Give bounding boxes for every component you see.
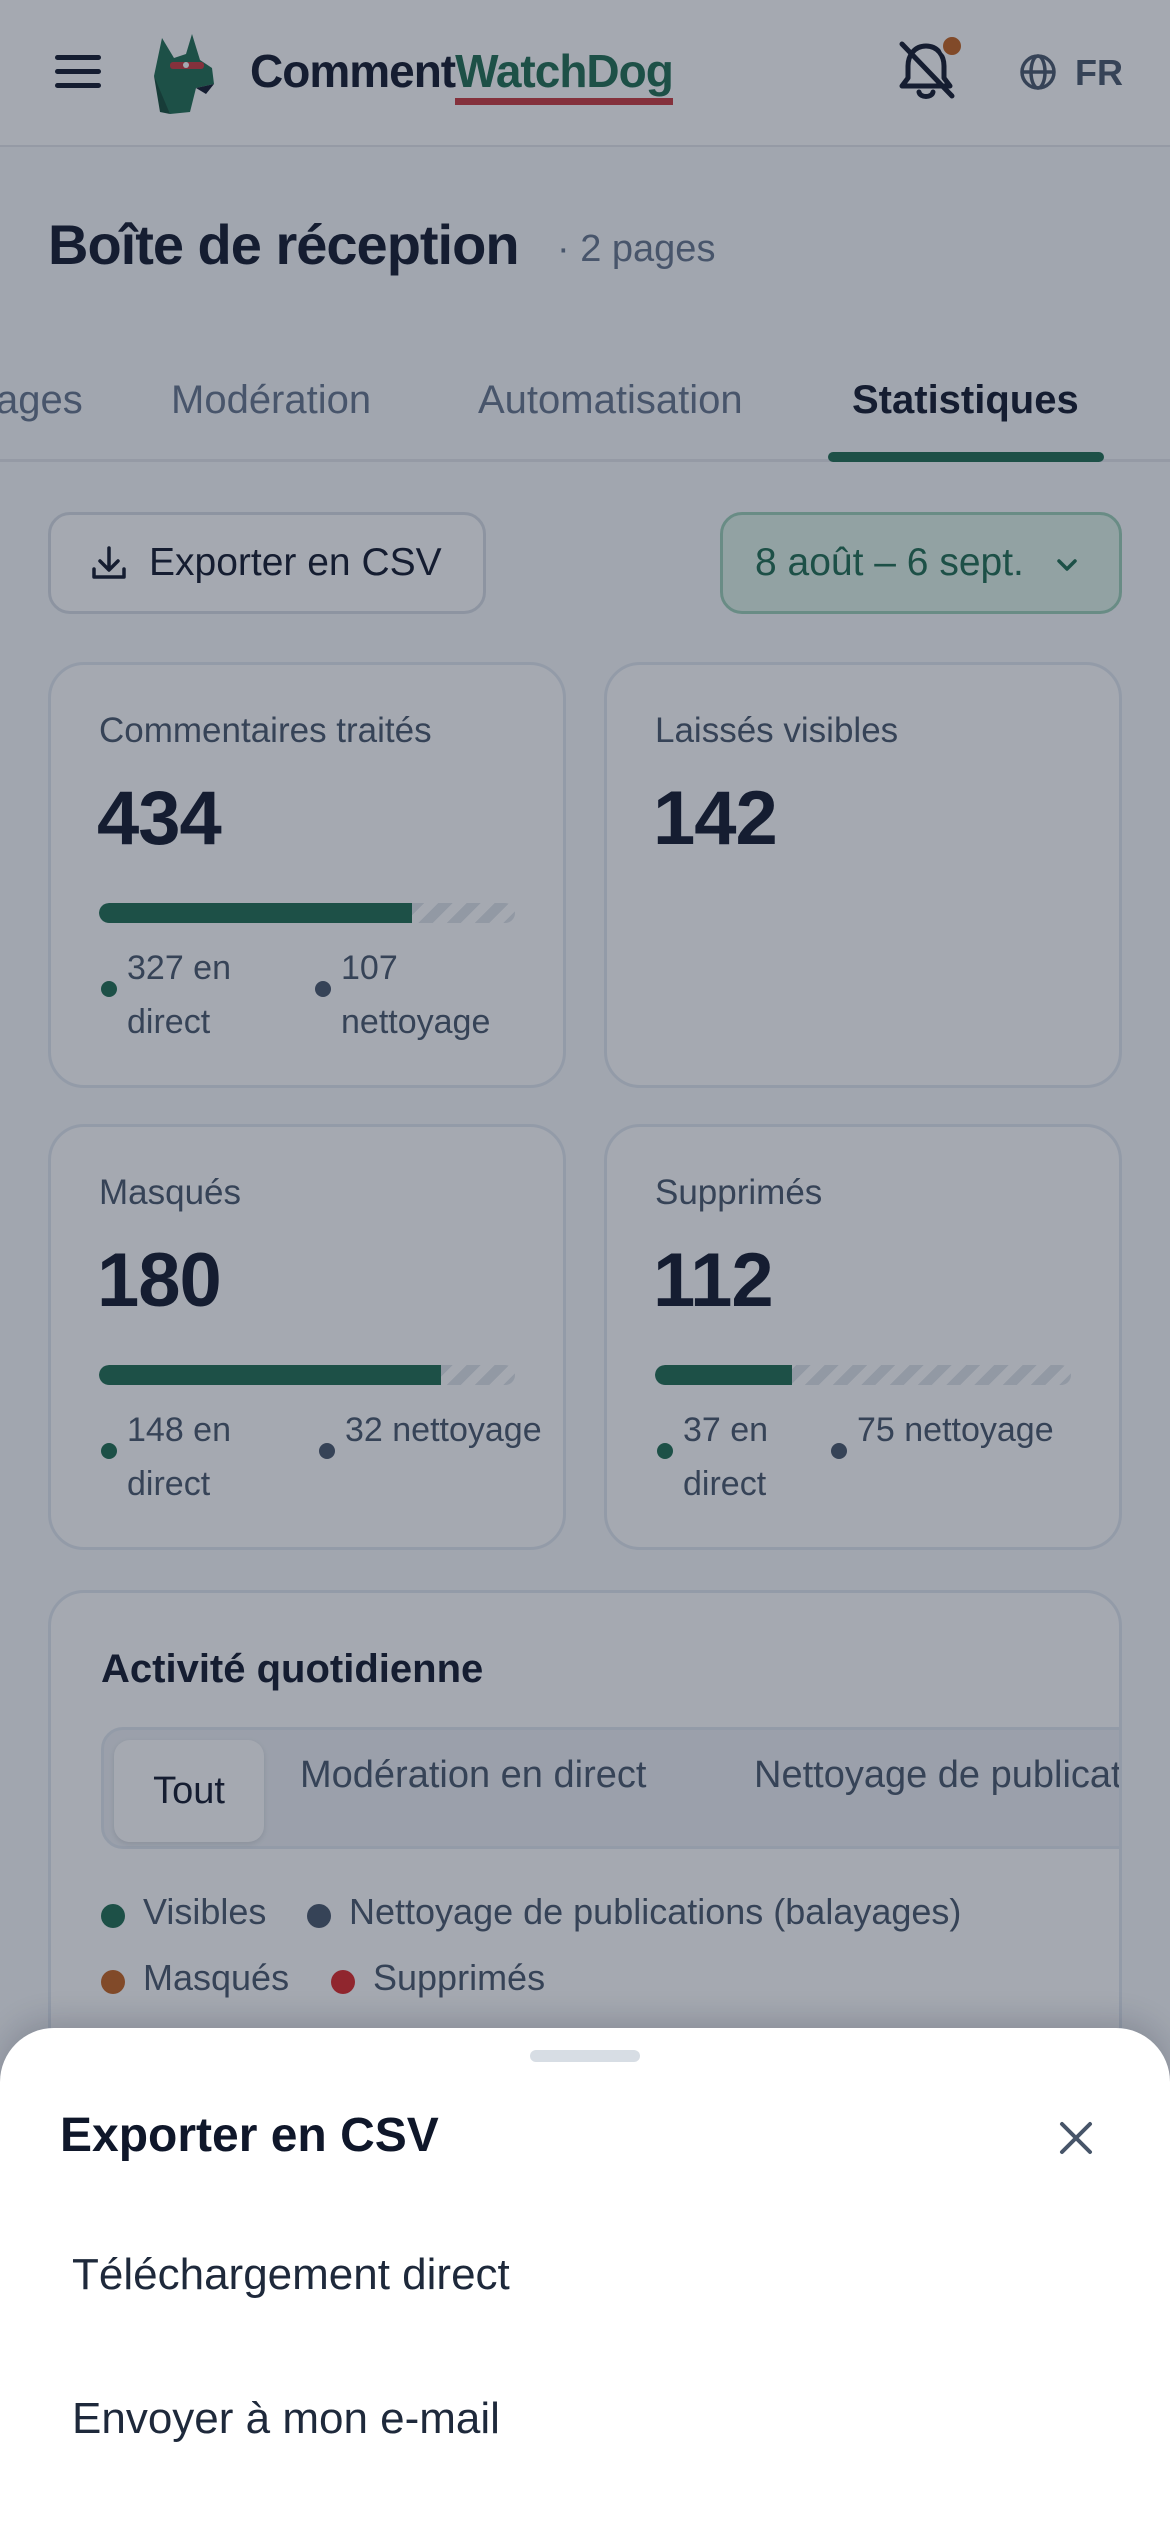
close-icon[interactable]	[1054, 2116, 1098, 2160]
statistics-page: CommentWatchDog FR Boîte de réception · …	[0, 0, 1170, 2532]
sheet-title: Exporter en CSV	[60, 2109, 439, 2162]
sheet-drag-handle[interactable]	[530, 2050, 640, 2062]
option-send-email[interactable]: Envoyer à mon e-mail	[72, 2394, 500, 2444]
option-direct-download[interactable]: Téléchargement direct	[72, 2250, 510, 2300]
export-bottom-sheet: Exporter en CSV Téléchargement direct En…	[0, 2028, 1170, 2532]
